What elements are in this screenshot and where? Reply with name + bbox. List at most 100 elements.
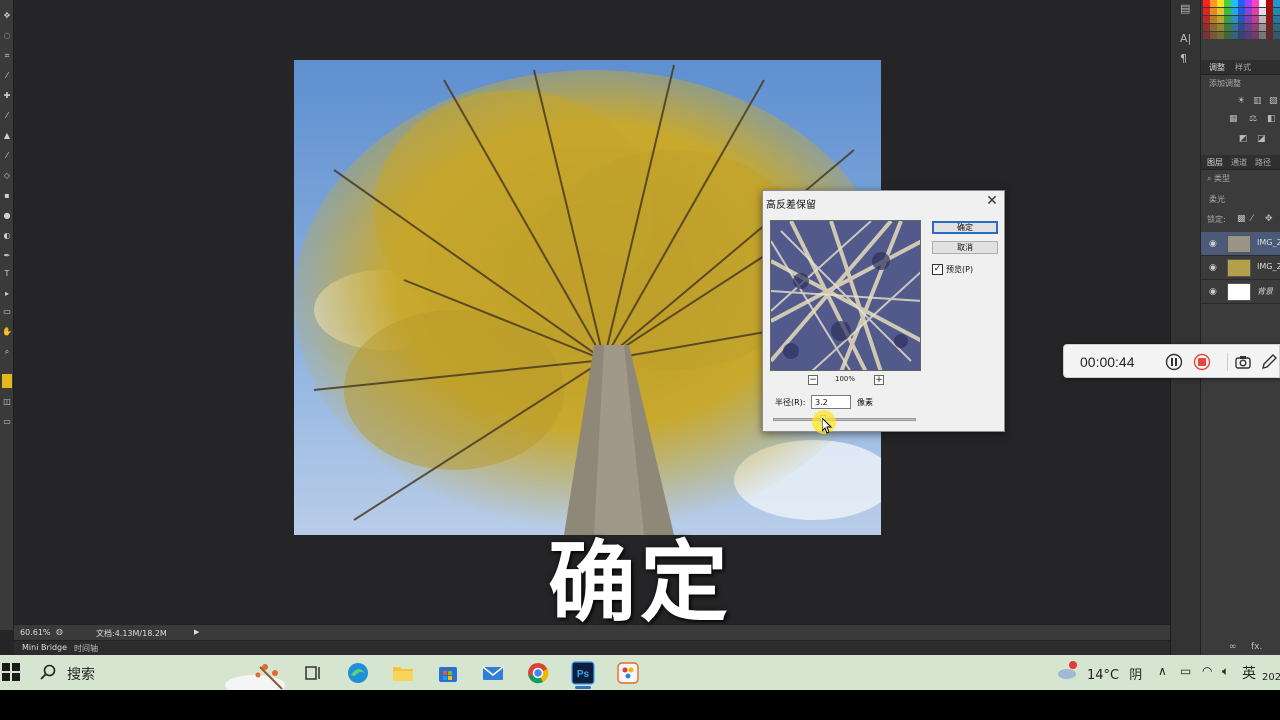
history-brush-icon[interactable]: ⁄ bbox=[2, 152, 12, 160]
color-swatch[interactable] bbox=[1224, 8, 1231, 15]
zoom-info-icon[interactable]: ◍ bbox=[56, 627, 63, 636]
eraser-tool-icon[interactable]: ◇ bbox=[2, 172, 12, 180]
photoshop-taskbar-icon[interactable]: Ps bbox=[570, 660, 596, 686]
color-swatch[interactable] bbox=[1273, 0, 1280, 7]
color-swatch[interactable] bbox=[1273, 8, 1280, 15]
color-swatch[interactable] bbox=[1259, 32, 1266, 39]
curves-icon[interactable]: ▨ bbox=[1269, 96, 1278, 106]
hand-tool-icon[interactable]: ✋ bbox=[2, 328, 12, 336]
tab-styles[interactable]: 样式 bbox=[1235, 62, 1251, 73]
path-select-icon[interactable]: ▸ bbox=[2, 290, 12, 298]
color-swatch[interactable] bbox=[1231, 16, 1238, 23]
color-swatch[interactable] bbox=[1210, 24, 1217, 31]
color-swatch[interactable] bbox=[1252, 32, 1259, 39]
color-swatch[interactable] bbox=[1259, 8, 1266, 15]
color-swatch[interactable] bbox=[1217, 32, 1224, 39]
color-swatch[interactable] bbox=[1217, 8, 1224, 15]
filter-preview[interactable] bbox=[770, 220, 921, 371]
cancel-button[interactable]: 取消 bbox=[932, 241, 998, 254]
color-swatch[interactable] bbox=[1245, 32, 1252, 39]
preview-checkbox[interactable]: ✓ bbox=[932, 264, 943, 275]
dodge-tool-icon[interactable]: ◐ bbox=[2, 232, 12, 240]
volume-icon[interactable]: 🔈︎ bbox=[1222, 664, 1229, 679]
color-swatch[interactable] bbox=[1217, 16, 1224, 23]
color-swatch[interactable] bbox=[1266, 8, 1273, 15]
eyedropper-tool-icon[interactable]: ⁄ bbox=[2, 72, 12, 80]
battery-icon[interactable]: ▭ bbox=[1180, 664, 1191, 678]
tab-adjustments[interactable]: 调整 bbox=[1209, 62, 1225, 73]
color-swatch[interactable] bbox=[1210, 16, 1217, 23]
lock-position-icon[interactable]: ✥ bbox=[1265, 214, 1273, 224]
paragraph-panel-icon[interactable]: ¶ bbox=[1180, 52, 1187, 65]
color-swatch[interactable] bbox=[1252, 16, 1259, 23]
layer-row[interactable]: ◉ IMG_2 bbox=[1201, 256, 1280, 280]
color-swatch[interactable] bbox=[1210, 32, 1217, 39]
camera-icon[interactable] bbox=[1234, 353, 1252, 371]
color-swatch[interactable] bbox=[1273, 32, 1280, 39]
color-swatch[interactable] bbox=[1238, 8, 1245, 15]
color-swatch[interactable] bbox=[1273, 16, 1280, 23]
healing-tool-icon[interactable]: ✚ bbox=[2, 92, 12, 100]
zoom-level[interactable]: 60.61% bbox=[20, 628, 51, 637]
type-tool-icon[interactable]: T bbox=[2, 270, 12, 278]
tab-paths[interactable]: 路径 bbox=[1255, 157, 1271, 168]
color-swatch[interactable] bbox=[1259, 0, 1266, 7]
color-swatch[interactable] bbox=[1224, 16, 1231, 23]
lock-brush-icon[interactable]: ⁄ bbox=[1251, 214, 1253, 224]
color-swatch[interactable] bbox=[1231, 0, 1238, 7]
zoom-in-button[interactable]: + bbox=[874, 375, 884, 385]
color-swatch[interactable] bbox=[1203, 32, 1210, 39]
move-tool-icon[interactable]: ✥ bbox=[2, 12, 12, 20]
chevron-up-icon[interactable]: ∧ bbox=[1158, 664, 1167, 678]
kind-filter-select[interactable]: ⌕ 类型 bbox=[1207, 173, 1230, 184]
color-swatch[interactable] bbox=[1266, 0, 1273, 7]
tab-layers[interactable]: 图层 bbox=[1207, 157, 1223, 168]
edge-browser-icon[interactable] bbox=[345, 660, 371, 686]
balance-icon[interactable]: ⚖ bbox=[1249, 114, 1257, 124]
color-swatch[interactable] bbox=[1231, 24, 1238, 31]
color-swatch[interactable] bbox=[1245, 8, 1252, 15]
color-swatch[interactable] bbox=[1252, 8, 1259, 15]
brush-tool-icon[interactable]: ⁄ bbox=[2, 112, 12, 120]
color-swatch[interactable] bbox=[1203, 8, 1210, 15]
status-menu-arrow-icon[interactable]: ▶ bbox=[194, 628, 199, 636]
color-swatch[interactable] bbox=[1238, 32, 1245, 39]
color-swatch[interactable] bbox=[1210, 8, 1217, 15]
crop-tool-icon[interactable]: ⌗ bbox=[2, 52, 12, 60]
color-swatch[interactable] bbox=[1224, 32, 1231, 39]
color-swatch[interactable] bbox=[1252, 0, 1259, 7]
zoom-tool-icon[interactable]: ⌕ bbox=[2, 348, 12, 356]
photo-filter-icon[interactable]: ◧ bbox=[1267, 114, 1276, 124]
weather-cloud-icon[interactable] bbox=[1057, 661, 1079, 681]
history-panel-icon[interactable]: ▤ bbox=[1180, 2, 1190, 15]
color-swatch[interactable] bbox=[1231, 32, 1238, 39]
color-swatch[interactable] bbox=[1252, 24, 1259, 31]
color-swatch[interactable] bbox=[1245, 16, 1252, 23]
brightness-icon[interactable]: ☀ bbox=[1237, 96, 1245, 106]
levels-icon[interactable]: ▥ bbox=[1253, 96, 1262, 106]
lock-pixels-icon[interactable]: ▩ bbox=[1237, 214, 1246, 224]
color-swatch[interactable] bbox=[1245, 24, 1252, 31]
tab-timeline[interactable]: 时间轴 bbox=[74, 643, 98, 654]
close-icon[interactable]: ✕ bbox=[982, 192, 1002, 210]
radius-input[interactable] bbox=[811, 395, 851, 409]
shape-tool-icon[interactable]: ▭ bbox=[2, 308, 12, 316]
screen-mode-icon[interactable]: ▭ bbox=[2, 418, 12, 426]
color-swatch[interactable] bbox=[1203, 24, 1210, 31]
lasso-tool-icon[interactable]: ◌ bbox=[2, 32, 12, 40]
system-clock[interactable]: 202 bbox=[1262, 672, 1280, 683]
quick-mask-icon[interactable]: ◫ bbox=[2, 398, 12, 406]
color-swatch[interactable] bbox=[1217, 24, 1224, 31]
color-swatch[interactable] bbox=[1224, 24, 1231, 31]
color-swatch[interactable] bbox=[1259, 16, 1266, 23]
pen-tool-icon[interactable]: ✒ bbox=[2, 252, 12, 260]
pause-icon[interactable] bbox=[1165, 353, 1183, 371]
visibility-eye-icon[interactable]: ◉ bbox=[1209, 239, 1217, 249]
blur-tool-icon[interactable]: ● bbox=[2, 212, 12, 220]
character-panel-icon[interactable]: A| bbox=[1180, 32, 1191, 45]
color-swatch[interactable] bbox=[1266, 32, 1273, 39]
stop-record-icon[interactable] bbox=[1193, 353, 1211, 371]
color-swatch[interactable] bbox=[1217, 0, 1224, 7]
radius-slider-track[interactable] bbox=[773, 418, 916, 421]
color-swatch[interactable] bbox=[1266, 16, 1273, 23]
